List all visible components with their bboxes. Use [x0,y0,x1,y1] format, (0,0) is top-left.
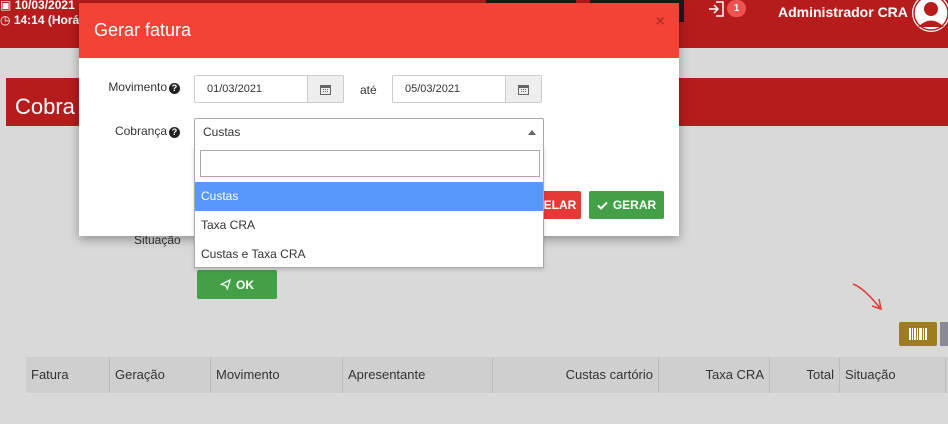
user-avatar-icon [913,0,948,31]
notification-badge[interactable]: 1 [727,0,746,17]
dropdown-option[interactable]: Taxa CRA [195,211,543,240]
ok-button[interactable]: OK [197,270,277,299]
barcode-button[interactable] [899,322,937,346]
cobranca-label: Cobrança? [79,124,180,138]
column-header[interactable]: Apresentante [343,357,493,393]
secondary-action-button[interactable] [940,322,948,346]
cobranca-select[interactable]: Custas [194,118,544,146]
date-to-value: 05/03/2021 [405,83,461,95]
movimento-label: Movimento? [79,80,180,94]
logout-icon[interactable] [708,0,726,18]
help-icon[interactable]: ? [169,83,180,94]
close-icon[interactable]: × [656,13,665,31]
date-to-field[interactable]: 05/03/2021 [392,75,542,103]
date-from-field[interactable]: 01/03/2021 [194,75,344,103]
calendar-icon: ▣ [0,0,12,12]
column-header[interactable]: Geração [110,357,211,393]
gerar-button[interactable]: GERAR [589,191,664,219]
page-title: Cobra [15,94,75,119]
cobranca-selected-value: Custas [203,125,241,139]
dropdown-search-input[interactable] [200,150,540,177]
cobranca-label-text: Cobrança [114,124,167,138]
column-header[interactable]: Taxa CRA [659,357,770,393]
dropdown-option[interactable]: Custas [195,182,543,211]
send-icon [220,279,231,290]
movimento-label-text: Movimento [108,80,167,94]
cobranca-dropdown: Custas Taxa CRA Custas e Taxa CRA [194,145,544,268]
red-arrow-annotation [852,283,882,311]
column-header[interactable]: Fatura [26,357,110,393]
ok-label: OK [236,277,254,292]
ate-label: até [360,83,377,97]
current-date: 10/03/2021 [14,0,75,12]
column-header[interactable]: Situação [840,357,946,393]
user-name[interactable]: Administrador CRA [778,4,908,20]
check-icon [597,201,608,210]
clock-icon: ◷ [0,13,11,27]
dropdown-option[interactable]: Custas e Taxa CRA [195,240,543,269]
modal-header: Gerar fatura × [79,3,679,58]
date-time: ▣ 10/03/2021 ◷ 14:14 (Horári [0,0,87,28]
barcode-icon [909,328,927,340]
column-header[interactable]: Total [770,357,840,393]
caret-up-icon [528,130,536,135]
help-icon[interactable]: ? [169,127,180,138]
table-header: Fatura Geração Movimento Apresentante Cu… [26,357,948,393]
calendar-icon[interactable] [505,76,541,102]
calendar-icon[interactable] [307,76,343,102]
column-header[interactable]: Custas cartório [493,357,659,393]
current-time: 14:14 (Horári [13,13,88,27]
modal-title: Gerar fatura [94,20,192,40]
avatar[interactable] [912,0,948,32]
column-header[interactable]: Movimento [211,357,343,393]
gerar-label: GERAR [612,198,657,212]
date-from-value: 01/03/2021 [207,83,263,95]
